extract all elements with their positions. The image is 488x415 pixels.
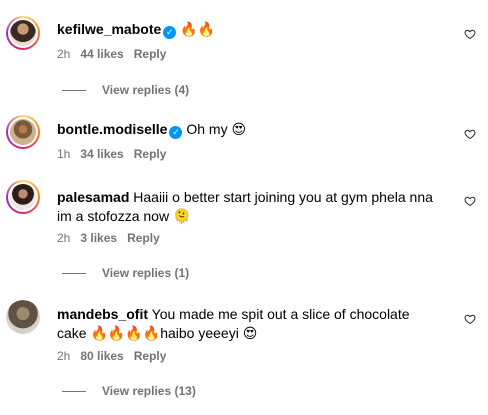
comment-text: mandebs_ofit You made me spit out a slic…: [57, 305, 442, 344]
divider-line: [62, 390, 86, 392]
comment-emoji: 🔥🔥: [180, 22, 216, 38]
heart-outline-icon[interactable]: [464, 28, 476, 40]
heart-outline-icon[interactable]: [464, 128, 476, 140]
view-replies-button[interactable]: View replies (13): [62, 383, 196, 399]
likes-count[interactable]: 80 likes: [80, 349, 123, 363]
comment-meta: 2h 3 likes Reply: [57, 230, 160, 246]
reply-button[interactable]: Reply: [134, 349, 167, 363]
comment-emoji: 😍: [242, 326, 258, 342]
likes-count[interactable]: 34 likes: [80, 147, 123, 161]
comment-text: kefilwe_mabote ✓ 🔥🔥: [57, 20, 437, 40]
likes-count[interactable]: 3 likes: [80, 231, 117, 245]
comment-text: palesamad Haaiii o better start joining …: [57, 188, 437, 226]
comment-text: bontle.modiselle ✓ Oh my 😍: [57, 120, 437, 140]
username[interactable]: kefilwe_mabote: [57, 21, 161, 37]
view-replies-button[interactable]: View replies (1): [62, 265, 189, 281]
verified-badge-icon: ✓: [163, 26, 177, 39]
comment-emoji: 🔥🔥🔥🔥: [90, 326, 161, 342]
comment-body: Oh my: [186, 121, 228, 137]
comment-body-continued: haibo yeeeyi: [160, 325, 239, 341]
timestamp[interactable]: 2h: [57, 47, 70, 61]
view-replies-button[interactable]: View replies (4): [62, 82, 189, 98]
username[interactable]: palesamad: [57, 189, 129, 205]
comment-meta: 2h 44 likes Reply: [57, 46, 166, 62]
username[interactable]: mandebs_ofit: [57, 306, 148, 322]
heart-outline-icon[interactable]: [464, 313, 476, 325]
heart-outline-icon[interactable]: [464, 195, 476, 207]
timestamp[interactable]: 1h: [57, 147, 70, 161]
likes-count[interactable]: 44 likes: [80, 47, 123, 61]
avatar[interactable]: [6, 115, 40, 149]
comment-meta: 2h 80 likes Reply: [57, 348, 166, 364]
avatar[interactable]: [6, 300, 40, 334]
timestamp[interactable]: 2h: [57, 349, 70, 363]
comment-emoji: 😍: [231, 122, 247, 138]
reply-button[interactable]: Reply: [134, 147, 167, 161]
avatar[interactable]: [6, 16, 40, 50]
timestamp[interactable]: 2h: [57, 231, 70, 245]
avatar[interactable]: [6, 180, 40, 214]
reply-button[interactable]: Reply: [134, 47, 167, 61]
reply-button[interactable]: Reply: [127, 231, 160, 245]
verified-badge-icon: ✓: [169, 126, 183, 139]
username[interactable]: bontle.modiselle: [57, 121, 167, 137]
divider-line: [62, 272, 86, 274]
comment-meta: 1h 34 likes Reply: [57, 146, 166, 162]
divider-line: [62, 89, 86, 91]
